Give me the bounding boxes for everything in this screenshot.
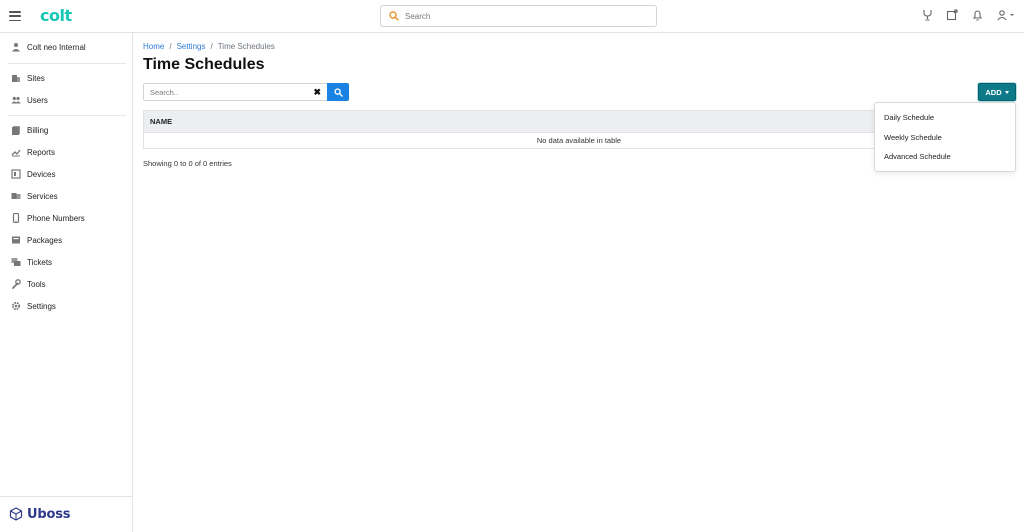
uboss-brand: Uboss	[27, 507, 71, 522]
entries-info: Showing 0 to 0 of 0 entries	[143, 159, 232, 168]
sidebar-item-packages[interactable]: Packages	[11, 234, 62, 246]
sidebar-item-label: Reports	[27, 147, 56, 157]
breadcrumb: Home / Settings / Time Schedules	[143, 42, 275, 51]
wrench-icon	[11, 279, 21, 289]
sidebar-item-label: Devices	[27, 169, 56, 179]
add-button[interactable]: ADD	[978, 83, 1016, 101]
sidebar-item-settings[interactable]: Settings	[11, 300, 56, 312]
sidebar-item-devices[interactable]: Devices	[11, 168, 55, 180]
clear-icon[interactable]: ✖	[313, 87, 321, 98]
sidebar-item-label: Phone Numbers	[27, 213, 85, 223]
services-icon	[11, 191, 21, 201]
breadcrumb-separator: /	[169, 42, 172, 51]
menu-item-daily-schedule[interactable]: Daily Schedule	[884, 113, 934, 122]
users-icon	[11, 95, 21, 105]
sidebar-divider	[8, 115, 126, 116]
sidebar-item-label: Tools	[27, 279, 46, 289]
menu-item-weekly-schedule[interactable]: Weekly Schedule	[884, 133, 942, 142]
sidebar-item-tools[interactable]: Tools	[11, 278, 46, 290]
breadcrumb-current: Time Schedules	[217, 42, 275, 51]
sidebar-item-label: Settings	[27, 301, 56, 311]
colt-logo[interactable]: colt	[40, 6, 72, 25]
phone-icon	[11, 213, 21, 223]
tickets-icon	[11, 257, 21, 267]
sidebar-item-sites[interactable]: Sites	[11, 72, 45, 84]
sidebar-item-label: Services	[27, 191, 58, 201]
gear-icon	[11, 301, 21, 311]
menu-item-advanced-schedule[interactable]: Advanced Schedule	[884, 152, 951, 161]
search-icon	[333, 87, 343, 97]
table-search-field[interactable]: ✖	[143, 83, 327, 101]
uboss-logo-icon	[9, 506, 23, 523]
building-icon	[11, 73, 21, 83]
package-icon	[11, 235, 21, 245]
sidebar-item-label: Users	[27, 95, 48, 105]
sidebar-item-tickets[interactable]: Tickets	[11, 256, 52, 268]
handset-icon[interactable]	[921, 9, 933, 21]
sidebar-item-users[interactable]: Users	[11, 94, 48, 106]
caret-down-icon	[1004, 90, 1009, 94]
search-icon	[389, 11, 399, 21]
sidebar-item-label: Sites	[27, 73, 45, 83]
hamburger-menu-icon[interactable]	[9, 11, 21, 21]
reports-icon	[11, 147, 21, 157]
global-search[interactable]	[380, 5, 657, 27]
global-search-input[interactable]	[405, 11, 656, 21]
sidebar-footer: Uboss	[0, 496, 132, 532]
sidebar-item-billing[interactable]: Billing	[11, 124, 48, 136]
breadcrumb-separator: /	[210, 42, 213, 51]
billing-icon	[11, 125, 21, 135]
page-title: Time Schedules	[143, 56, 265, 73]
add-button-label: ADD	[985, 87, 1002, 97]
sidebar-divider	[8, 63, 126, 64]
table-search: ✖	[143, 83, 349, 101]
sidebar-item-reports[interactable]: Reports	[11, 146, 55, 158]
account-selector[interactable]: Colt neo Internal	[11, 42, 86, 52]
sidebar-item-label: Packages	[27, 235, 63, 245]
sidebar-item-label: Billing	[27, 125, 49, 135]
table-search-button[interactable]	[327, 83, 349, 101]
top-bar: colt	[0, 0, 1024, 33]
breadcrumb-home[interactable]: Home	[143, 42, 164, 51]
table-search-input[interactable]	[150, 87, 314, 97]
sidebar-item-phone-numbers[interactable]: Phone Numbers	[11, 212, 85, 224]
user-menu-icon[interactable]	[996, 9, 1016, 21]
account-name: Colt neo Internal	[27, 42, 86, 52]
sidebar-item-label: Tickets	[27, 257, 53, 267]
devices-icon	[11, 169, 21, 179]
breadcrumb-settings[interactable]: Settings	[177, 42, 206, 51]
new-window-icon[interactable]	[946, 9, 958, 21]
sidebar: Colt neo Internal Sites Users Billing Re…	[0, 33, 133, 532]
user-icon	[11, 42, 21, 52]
add-dropdown-menu: Daily Schedule Weekly Schedule Advanced …	[874, 102, 1016, 172]
sidebar-item-services[interactable]: Services	[11, 190, 58, 202]
bell-icon[interactable]	[971, 9, 983, 21]
